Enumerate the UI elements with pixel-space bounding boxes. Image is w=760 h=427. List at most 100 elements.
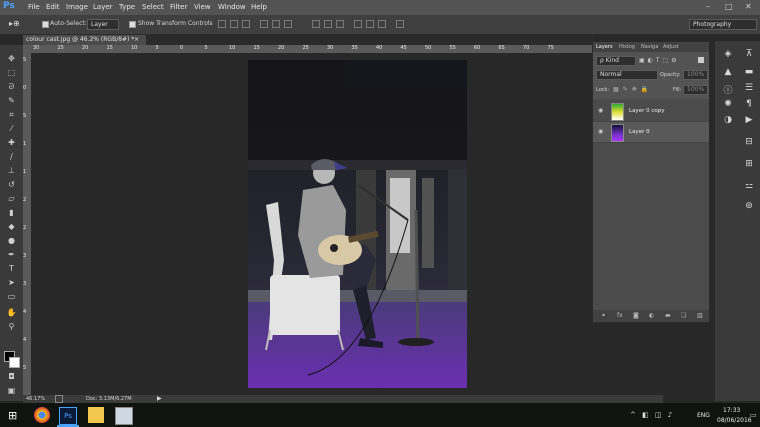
menu-view[interactable]: View	[194, 3, 211, 11]
move-tool-preset-icon[interactable]: ▸⊕	[9, 19, 20, 28]
windows-start-icon[interactable]: ⊞	[8, 409, 17, 422]
visibility-eye-icon[interactable]: ◉	[598, 107, 603, 114]
menu-window[interactable]: Window	[218, 3, 246, 11]
quick-select-tool-icon[interactable]: ✎	[5, 95, 18, 106]
hand-tool-icon[interactable]: ✋	[5, 307, 18, 318]
blur-tool-icon[interactable]: ◆	[5, 221, 18, 232]
align-bottom-icon[interactable]	[242, 20, 250, 28]
layer-row[interactable]: ◉ Layer 0 copy	[593, 101, 709, 122]
auto-select-checkbox[interactable]	[42, 21, 49, 28]
info-dock-icon[interactable]: ⓘ	[721, 83, 735, 96]
horizontal-ruler[interactable]: 30 25 20 15 10 5 0 5 10 15 20 25 30 35 40 45 50 55 60 65 70 7…	[31, 45, 593, 53]
maximize-button[interactable]: □	[725, 2, 733, 11]
close-button[interactable]: ✕	[745, 2, 752, 11]
layer-row[interactable]: ◉ Layer 0	[593, 122, 709, 143]
visibility-eye-icon[interactable]: ◉	[598, 128, 603, 135]
layers-dock-icon[interactable]: ◈	[721, 49, 735, 59]
pen-tool-icon[interactable]: ✒	[5, 249, 18, 260]
screen-mode-icon[interactable]: ▣	[5, 385, 18, 396]
photoshop-taskbar-icon[interactable]: Ps	[59, 407, 77, 425]
tab-layers[interactable]: Layers	[596, 44, 613, 50]
type-tool-icon[interactable]: T	[5, 263, 18, 274]
folder-icon[interactable]: ▬	[665, 312, 671, 319]
clone-dock-icon[interactable]: ⊞	[742, 159, 756, 169]
tab-adjustments[interactable]: Adjust	[663, 44, 679, 50]
status-menu-arrow-icon[interactable]: ▶	[157, 395, 162, 402]
chrome-icon[interactable]	[34, 407, 50, 423]
menu-file[interactable]: File	[28, 3, 40, 11]
blend-mode-dropdown[interactable]: Normal	[596, 70, 658, 80]
swatches-dock-icon[interactable]: ¶	[742, 99, 756, 109]
filter-icons[interactable]: ▣◐T⬚⚙	[639, 57, 680, 64]
adjustment-icon[interactable]: ◐	[649, 312, 654, 319]
fx-icon[interactable]: fx	[617, 312, 623, 319]
tab-close-icon[interactable]: ×	[134, 35, 139, 45]
layer-name[interactable]: Layer 0	[629, 129, 650, 135]
marquee-tool-icon[interactable]: ⬚	[5, 67, 18, 78]
path-select-tool-icon[interactable]: ➤	[5, 277, 18, 288]
vertical-ruler[interactable]: 5 0 5 1 1 2 2 3 3 4 4 5	[23, 53, 31, 395]
history-brush-tool-icon[interactable]: ↺	[5, 179, 18, 190]
opacity-input[interactable]: 100%	[683, 70, 708, 80]
adjust-dock-icon[interactable]: ⊼	[742, 49, 756, 59]
align-right-icon[interactable]	[284, 20, 292, 28]
show-transform-checkbox[interactable]	[129, 21, 136, 28]
menu-select[interactable]: Select	[142, 3, 164, 11]
menu-layer[interactable]: Layer	[93, 3, 113, 11]
crop-tool-icon[interactable]: ⌗	[5, 109, 18, 120]
clock-time[interactable]: 17:33	[723, 407, 740, 414]
auto-select-dropdown[interactable]: Layer	[87, 19, 119, 30]
new-layer-icon[interactable]: ❏	[681, 312, 686, 319]
filter-kind-dropdown[interactable]: ρ Kind	[596, 56, 636, 66]
eraser-tool-icon[interactable]: ▱	[5, 193, 18, 204]
mask-icon[interactable]: ◙	[633, 312, 639, 319]
app-taskbar-icon[interactable]	[115, 407, 133, 425]
menu-help[interactable]: Help	[251, 3, 267, 11]
align-left-icon[interactable]	[260, 20, 268, 28]
workspace-dropdown[interactable]: Photography	[689, 19, 757, 30]
background-color-swatch[interactable]	[9, 357, 20, 368]
menu-type[interactable]: Type	[119, 3, 135, 11]
clock-date[interactable]: 08/06/2016	[717, 417, 752, 424]
language-indicator[interactable]: ENG	[697, 412, 710, 419]
file-explorer-icon[interactable]	[88, 407, 104, 423]
brush-dock-icon[interactable]: ⊟	[742, 137, 756, 147]
trash-icon[interactable]: ▥	[697, 312, 703, 319]
menu-filter[interactable]: Filter	[170, 3, 187, 11]
brush-tool-icon[interactable]: ∕	[5, 151, 18, 162]
move-tool-icon[interactable]: ✥	[5, 53, 18, 64]
menu-edit[interactable]: Edit	[46, 3, 60, 11]
character-dock-icon[interactable]: ⊚	[742, 201, 756, 211]
paragraph-dock-icon[interactable]: ⚍	[742, 181, 756, 191]
menu-image[interactable]: Image	[66, 3, 88, 11]
distribute-top-icon[interactable]	[312, 20, 320, 28]
notifications-icon[interactable]: ▭	[750, 411, 757, 419]
gradient-tool-icon[interactable]: ▮	[5, 207, 18, 218]
distribute-vcenter-icon[interactable]	[324, 20, 332, 28]
align-top-icon[interactable]	[218, 20, 226, 28]
document-tab[interactable]: colour cast.jpg @ 46.2% (RGB/8#) * ×	[23, 35, 146, 45]
eyedropper-tool-icon[interactable]: ⁄	[5, 123, 18, 134]
tab-histogram[interactable]: Histog	[619, 44, 635, 50]
stamp-tool-icon[interactable]: ⊥	[5, 165, 18, 176]
auto-align-icon[interactable]	[396, 20, 404, 28]
distribute-right-icon[interactable]	[378, 20, 386, 28]
zoom-tool-icon[interactable]: ⚲	[5, 321, 18, 332]
minimize-button[interactable]: –	[706, 2, 710, 11]
export-icon[interactable]	[55, 395, 63, 403]
distribute-left-icon[interactable]	[354, 20, 362, 28]
layer-name[interactable]: Layer 0 copy	[629, 108, 664, 114]
adjustments-dock-icon[interactable]: ✺	[721, 99, 735, 109]
actions-dock-icon[interactable]: ▶	[742, 115, 756, 125]
shape-tool-icon[interactable]: ▭	[5, 291, 18, 302]
properties-dock-icon[interactable]: ☰	[742, 83, 756, 93]
align-hcenter-icon[interactable]	[272, 20, 280, 28]
quick-mask-icon[interactable]: ◘	[5, 371, 18, 382]
document-image[interactable]	[248, 60, 467, 388]
color-dock-icon[interactable]: ◑	[721, 115, 735, 125]
lasso-tool-icon[interactable]: ᘐ	[5, 81, 18, 92]
zoom-level[interactable]: 46.17%	[26, 396, 45, 402]
fill-input[interactable]: 100%	[683, 85, 708, 95]
styles-dock-icon[interactable]: ▬	[742, 67, 756, 77]
link-icon[interactable]: ⚭	[601, 312, 606, 319]
